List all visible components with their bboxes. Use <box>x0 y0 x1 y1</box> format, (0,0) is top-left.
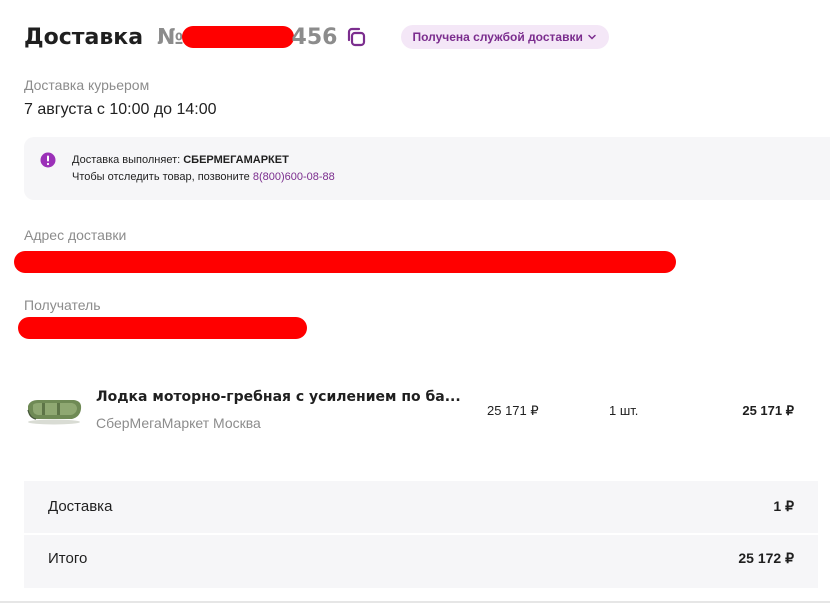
order-number: № 456 <box>157 25 337 50</box>
summary-total-row: Итого 25 172 ₽ <box>48 550 794 567</box>
copy-icon[interactable] <box>345 26 367 48</box>
redacted-address <box>14 251 676 273</box>
carrier-name: СБЕРМЕГАМАРКЕТ <box>183 154 289 166</box>
summary-delivery-row: Доставка 1 ₽ <box>48 498 794 515</box>
order-header: Доставка № 456 Получена службой доставки <box>24 22 609 52</box>
carrier-label: Доставка выполняет: <box>72 154 184 166</box>
redacted-order-number <box>181 26 294 48</box>
product-seller: СберМегаМаркет Москва <box>96 415 261 431</box>
summary-divider <box>24 533 818 535</box>
status-badge[interactable]: Получена службой доставки <box>401 25 609 49</box>
recipient-label: Получатель <box>24 297 101 313</box>
address-label: Адрес доставки <box>24 227 127 243</box>
carrier-line: Доставка выполняет: СБЕРМЕГАМАРКЕТ <box>72 154 289 166</box>
product-total: 25 171 ₽ <box>742 403 794 418</box>
product-name[interactable]: Лодка моторно-гребная с усилением по ба.… <box>96 389 461 405</box>
phone-link[interactable]: 8(800)600-08-88 <box>253 171 335 183</box>
product-price: 25 171 ₽ <box>487 403 539 418</box>
delivery-time: 7 августа с 10:00 до 14:00 <box>24 101 217 118</box>
info-icon <box>40 152 56 168</box>
track-line: Чтобы отследить товар, позвоните 8(800)6… <box>72 171 335 183</box>
status-badge-label: Получена службой доставки <box>412 30 583 44</box>
carrier-info-box: Доставка выполняет: СБЕРМЕГАМАРКЕТ Чтобы… <box>24 137 830 200</box>
track-text: Чтобы отследить товар, позвоните <box>72 171 253 183</box>
summary-delivery-value: 1 ₽ <box>773 498 794 514</box>
page-title: Доставка <box>24 24 144 50</box>
order-number-prefix: № <box>157 24 184 50</box>
order-summary: Доставка 1 ₽ Итого 25 172 ₽ <box>24 481 818 588</box>
redacted-recipient <box>18 317 307 339</box>
summary-delivery-label: Доставка <box>48 498 113 515</box>
product-quantity: 1 шт. <box>609 403 639 418</box>
summary-total-label: Итого <box>48 550 88 567</box>
product-row: Лодка моторно-гребная с усилением по ба.… <box>24 380 804 440</box>
chevron-down-icon <box>587 32 597 42</box>
boat-image[interactable] <box>24 392 84 426</box>
delivery-type-label: Доставка курьером <box>24 77 150 93</box>
order-number-suffix: 456 <box>291 24 338 50</box>
summary-total-value: 25 172 ₽ <box>738 550 794 566</box>
